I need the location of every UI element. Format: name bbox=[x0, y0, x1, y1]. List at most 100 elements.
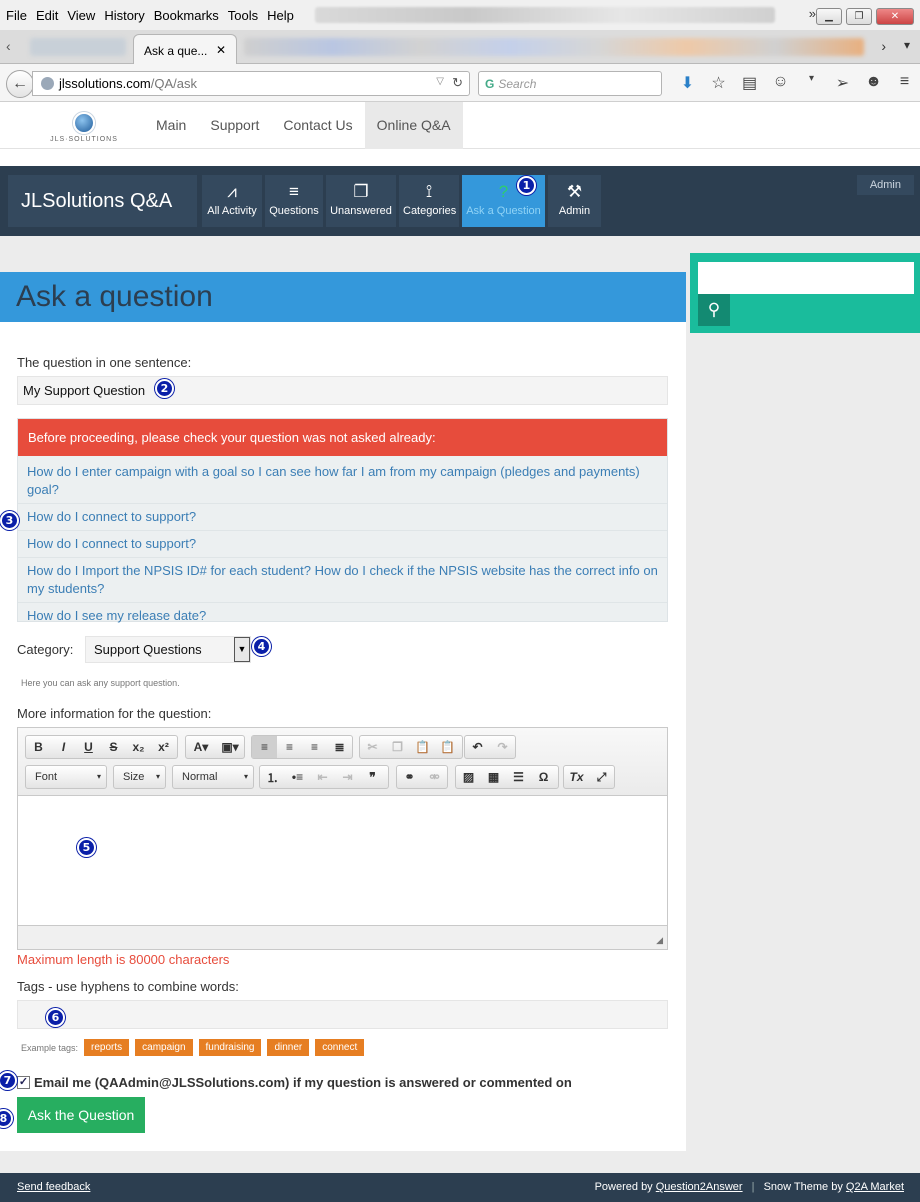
special-char-icon[interactable]: Ω bbox=[531, 770, 556, 784]
cut-icon[interactable]: ✂ bbox=[360, 740, 385, 754]
back-arrow-icon[interactable]: ← bbox=[6, 70, 34, 98]
addon-icon[interactable]: ☺ bbox=[765, 73, 796, 93]
text-color-icon[interactable]: A▾ bbox=[186, 740, 216, 754]
hamburger-menu-icon[interactable]: ≡ bbox=[889, 73, 920, 93]
nav-all-activity[interactable]: ⩘ All Activity bbox=[202, 175, 262, 227]
qa-logo[interactable]: JLSolutions Q&A bbox=[8, 175, 197, 227]
tag-chip[interactable]: connect bbox=[315, 1039, 365, 1056]
nav-unanswered[interactable]: ❐ Unanswered bbox=[326, 175, 396, 227]
notify-checkbox[interactable]: ✓ bbox=[17, 1076, 30, 1089]
numbered-list-icon[interactable]: ⒈ bbox=[260, 769, 285, 786]
nav-categories[interactable]: ⟟ Categories bbox=[399, 175, 459, 227]
size-combo[interactable]: Size ▾ bbox=[113, 765, 166, 789]
site-link-online-qa[interactable]: Online Q&A bbox=[364, 102, 463, 149]
redo-icon[interactable]: ↷ bbox=[490, 740, 515, 754]
menu-history[interactable]: History bbox=[104, 8, 144, 23]
outdent-icon[interactable]: ⇤ bbox=[310, 770, 335, 784]
tab-scroll-right-icon[interactable]: › bbox=[881, 38, 886, 54]
font-combo[interactable]: Font ▾ bbox=[25, 765, 107, 789]
menu-tools[interactable]: Tools bbox=[228, 8, 258, 23]
menu-bookmarks[interactable]: Bookmarks bbox=[154, 8, 219, 23]
blurred-tabs[interactable] bbox=[244, 38, 864, 56]
paste-icon[interactable]: 📋 bbox=[410, 740, 435, 754]
resize-handle-icon[interactable]: ◢ bbox=[656, 935, 663, 946]
tab-scroll-left-icon[interactable]: ‹ bbox=[6, 38, 11, 54]
powered-link[interactable]: Question2Answer bbox=[656, 1181, 743, 1193]
question-title-input[interactable]: My Support Question bbox=[17, 376, 668, 405]
similar-question-link[interactable]: How do I see my release date? bbox=[27, 608, 206, 623]
underline-icon[interactable]: U bbox=[76, 740, 101, 754]
menu-view[interactable]: View bbox=[67, 8, 95, 23]
tags-input[interactable] bbox=[17, 1000, 668, 1029]
table-icon[interactable]: ▦ bbox=[481, 770, 506, 784]
link-icon[interactable]: ⚭ bbox=[397, 770, 422, 784]
format-combo[interactable]: Normal ▾ bbox=[172, 765, 254, 789]
reading-list-icon[interactable]: ▤ bbox=[734, 73, 765, 93]
restore-icon[interactable]: ❐ bbox=[846, 8, 872, 25]
tag-chip[interactable]: campaign bbox=[135, 1039, 193, 1056]
tag-chip[interactable]: fundraising bbox=[198, 1039, 262, 1056]
horizontal-rule-icon[interactable]: ☰ bbox=[506, 770, 531, 784]
url-bar[interactable]: jlssolutions.com/QA/ask ▽ ↻ bbox=[32, 71, 470, 96]
tab-list-icon[interactable]: ▾ bbox=[904, 38, 910, 52]
site-link-support[interactable]: Support bbox=[198, 102, 271, 149]
browser-search-input[interactable]: G Search bbox=[478, 71, 662, 96]
tag-chip[interactable]: reports bbox=[84, 1039, 130, 1056]
remove-format-icon[interactable]: Tx bbox=[564, 770, 589, 784]
nav-questions[interactable]: ≡ Questions bbox=[265, 175, 323, 227]
close-window-icon[interactable]: ✕ bbox=[876, 8, 914, 25]
bulleted-list-icon[interactable]: •≡ bbox=[285, 770, 310, 784]
tab-close-icon[interactable]: ✕ bbox=[216, 43, 226, 57]
menu-help[interactable]: Help bbox=[267, 8, 294, 23]
notify-label[interactable]: Email me (QAAdmin@JLSSolutions.com) if m… bbox=[34, 1075, 572, 1090]
maximize-icon[interactable]: ⤢ bbox=[589, 770, 614, 785]
align-left-icon[interactable]: ≡ bbox=[252, 736, 277, 758]
tab-ask-question[interactable]: Ask a que... ✕ bbox=[133, 34, 237, 65]
download-icon[interactable]: ⬇ bbox=[672, 73, 703, 93]
subscript-icon[interactable]: x₂ bbox=[126, 740, 151, 754]
copy-icon[interactable]: ❐ bbox=[385, 740, 410, 754]
send-icon[interactable]: ➢ bbox=[827, 73, 858, 93]
editor-content-area[interactable] bbox=[18, 796, 667, 926]
send-feedback-link[interactable]: Send feedback bbox=[17, 1181, 90, 1193]
bg-color-icon[interactable]: ▣▾ bbox=[216, 740, 244, 754]
nav-admin[interactable]: ⚒ Admin bbox=[548, 175, 601, 227]
paste-text-icon[interactable]: 📋 bbox=[435, 740, 460, 754]
search-icon[interactable]: ⚲ bbox=[698, 294, 730, 326]
blockquote-icon[interactable]: ❞ bbox=[360, 770, 385, 784]
superscript-icon[interactable]: x² bbox=[151, 740, 176, 754]
image-icon[interactable]: ▨ bbox=[456, 770, 481, 784]
blurred-tab[interactable] bbox=[30, 38, 126, 56]
tag-chip[interactable]: dinner bbox=[267, 1039, 310, 1056]
site-link-contact[interactable]: Contact Us bbox=[271, 102, 364, 149]
chevron-down-icon[interactable]: ▼ bbox=[234, 637, 250, 662]
reload-icon[interactable]: ↻ bbox=[452, 75, 463, 91]
sidebar-search-input[interactable] bbox=[698, 262, 914, 294]
ask-question-button[interactable]: Ask the Question bbox=[17, 1097, 145, 1133]
indent-icon[interactable]: ⇥ bbox=[335, 770, 360, 784]
similar-question-link[interactable]: How do I Import the NPSIS ID# for each s… bbox=[27, 563, 658, 596]
similar-question-link[interactable]: How do I enter campaign with a goal so I… bbox=[27, 464, 640, 497]
minimize-icon[interactable]: ▁ bbox=[816, 8, 842, 25]
url-dropdown-icon[interactable]: ▽ bbox=[436, 76, 444, 87]
similar-question-link[interactable]: How do I connect to support? bbox=[27, 509, 196, 524]
align-center-icon[interactable]: ≡ bbox=[277, 740, 302, 754]
menu-edit[interactable]: Edit bbox=[36, 8, 58, 23]
unlink-icon[interactable]: ⚮ bbox=[422, 770, 447, 784]
chat-icon[interactable]: ☻ bbox=[858, 73, 889, 93]
addon-dropdown-icon[interactable]: ▾ bbox=[796, 73, 827, 93]
overflow-chevron-icon[interactable]: » bbox=[809, 6, 816, 21]
search-engine-icon[interactable]: G bbox=[485, 77, 494, 91]
align-right-icon[interactable]: ≡ bbox=[302, 740, 327, 754]
site-link-main[interactable]: Main bbox=[144, 102, 198, 149]
theme-link[interactable]: Q2A Market bbox=[846, 1181, 904, 1193]
similar-question-link[interactable]: How do I connect to support? bbox=[27, 536, 196, 551]
bookmark-star-icon[interactable]: ☆ bbox=[703, 73, 734, 93]
category-select[interactable]: Support Questions ▼ bbox=[85, 636, 251, 663]
user-admin-link[interactable]: Admin bbox=[856, 175, 914, 195]
align-justify-icon[interactable]: ≣ bbox=[327, 740, 352, 754]
bold-icon[interactable]: B bbox=[26, 740, 51, 754]
site-logo[interactable]: JLS·SOLUTIONS bbox=[48, 112, 120, 143]
strikethrough-icon[interactable]: S bbox=[101, 740, 126, 754]
italic-icon[interactable]: I bbox=[51, 740, 76, 754]
